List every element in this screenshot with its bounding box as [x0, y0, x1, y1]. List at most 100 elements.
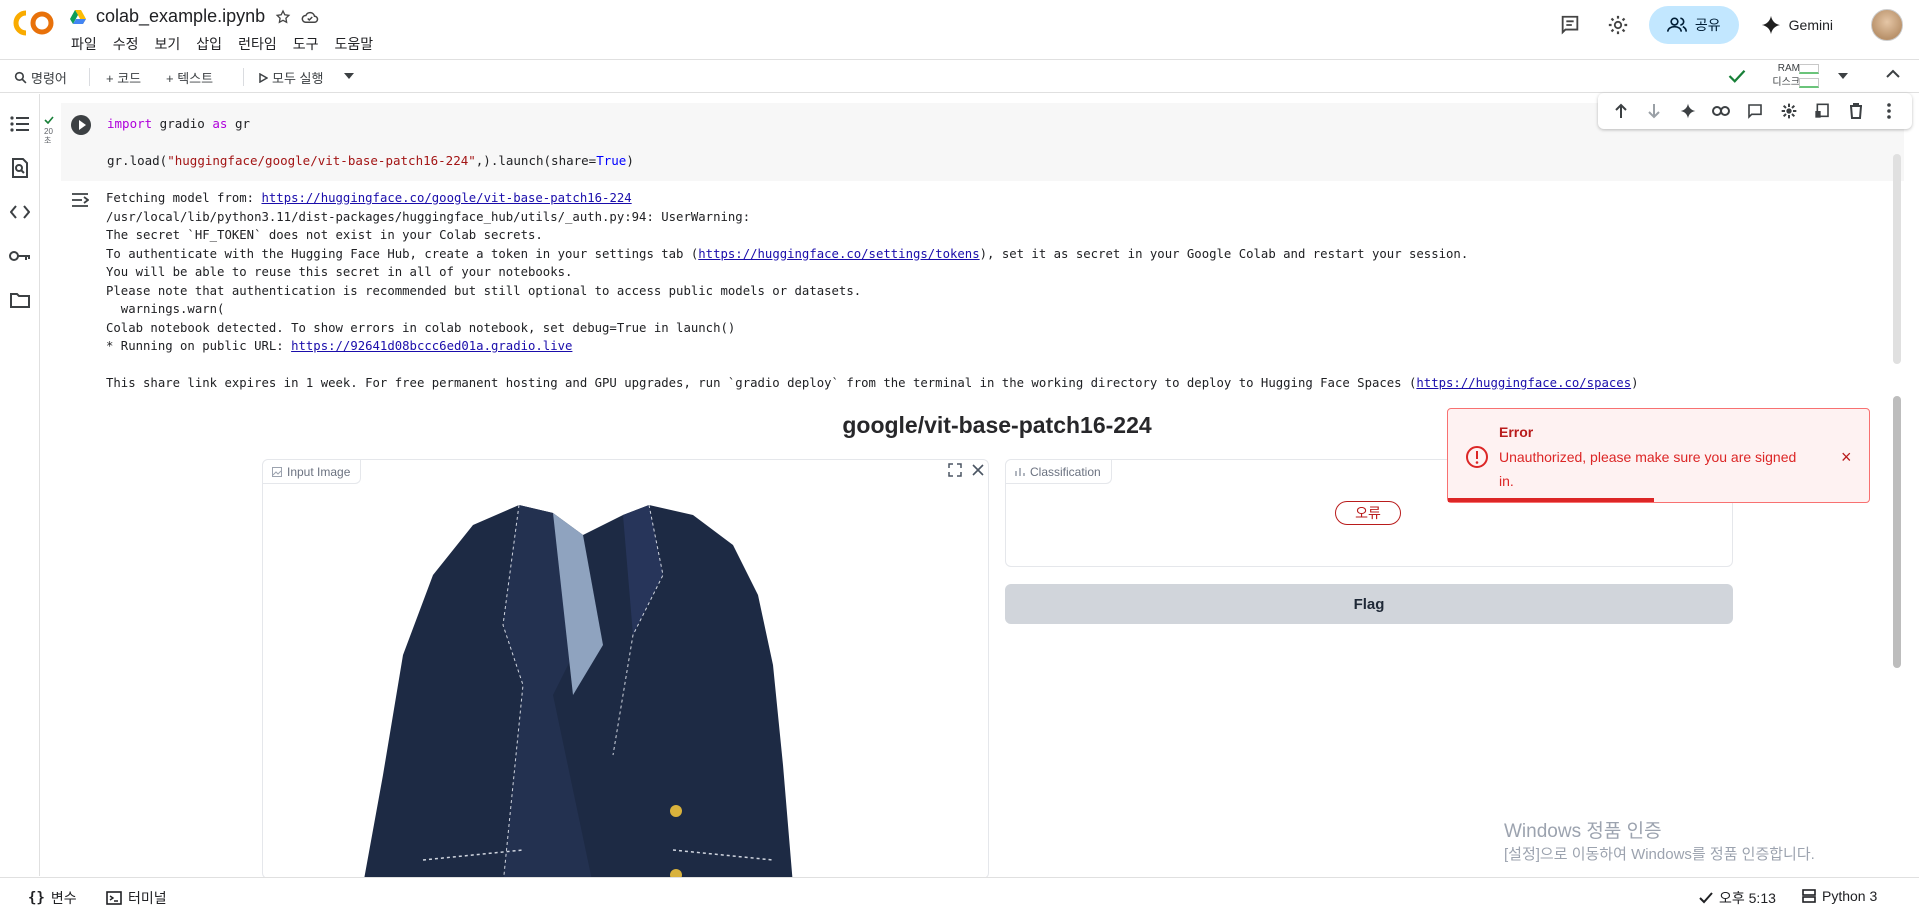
move-up-icon[interactable] — [1612, 102, 1630, 120]
code-token: gr.load( — [107, 153, 168, 168]
link-icon[interactable] — [1712, 102, 1731, 120]
image-icon — [272, 467, 282, 477]
code-token: gradio — [152, 116, 213, 131]
output-text: You will be able to reuse this secret in… — [106, 265, 573, 279]
input-image-panel[interactable]: Input Image — [262, 459, 989, 879]
execution-status[interactable]: 오후 5:13 — [1699, 888, 1776, 908]
menu-bar: 파일 수정 보기 삽입 런타임 도구 도움말 — [71, 34, 373, 54]
header-actions: 공유 Gemini — [1559, 0, 1919, 50]
tokens-settings-link[interactable]: https://huggingface.co/settings/tokens — [698, 247, 979, 261]
notebook-scrollbar-thumb[interactable] — [1893, 154, 1901, 364]
exec-time-unit: 초 — [44, 136, 52, 145]
disk-bar — [1799, 78, 1819, 88]
more-vert-icon[interactable] — [1880, 102, 1898, 120]
code-token: as — [212, 116, 228, 131]
connected-check-icon — [1728, 69, 1746, 83]
output-scrollbar-thumb[interactable] — [1893, 396, 1901, 668]
terminal-label: 터미널 — [128, 890, 167, 906]
cell-settings-gear-icon[interactable] — [1780, 102, 1798, 120]
flag-button[interactable]: Flag — [1005, 584, 1733, 624]
colab-logo-icon[interactable] — [12, 8, 56, 38]
ram-label: RAM — [1777, 63, 1800, 74]
toc-icon[interactable] — [8, 112, 32, 136]
error-badge: 오류 — [1335, 501, 1401, 525]
resources-dropdown-icon[interactable] — [1838, 73, 1848, 79]
comments-icon[interactable] — [1559, 14, 1581, 36]
menu-view[interactable]: 보기 — [155, 34, 181, 54]
output-text: Fetching model from: — [106, 191, 262, 205]
delete-trash-icon[interactable] — [1847, 102, 1865, 120]
resource-meter[interactable]: RAM 디스크 — [1764, 62, 1800, 90]
model-link[interactable]: https://huggingface.co/google/vit-base-p… — [261, 191, 631, 205]
output-text: ) — [1631, 376, 1639, 390]
disk-label: 디스크 — [1772, 77, 1800, 88]
run-all-label: 모두 실행 — [272, 71, 324, 86]
share-button[interactable]: 공유 — [1648, 6, 1739, 44]
find-icon[interactable] — [8, 156, 32, 180]
add-text-button[interactable]: + 텍스트 — [166, 68, 213, 87]
settings-gear-icon[interactable] — [1607, 14, 1629, 36]
terminal-icon — [106, 891, 122, 905]
server-icon — [1802, 889, 1816, 903]
run-options-dropdown[interactable] — [344, 73, 354, 79]
exec-time-value: 20 — [44, 127, 53, 136]
menu-file[interactable]: 파일 — [71, 34, 97, 54]
code-snippets-icon[interactable] — [8, 200, 32, 224]
chart-bars-icon — [1015, 468, 1025, 476]
move-down-icon[interactable] — [1645, 102, 1663, 120]
add-code-label: + 코드 — [106, 71, 142, 86]
run-cell-button[interactable] — [71, 115, 91, 135]
public-url-link[interactable]: https://92641d08bccc6ed01a.gradio.live — [291, 339, 572, 353]
cell-toolbar — [1598, 93, 1912, 129]
menu-runtime[interactable]: 런타임 — [238, 34, 277, 54]
gemini-sparkle-icon — [1761, 15, 1780, 35]
search-icon — [14, 71, 27, 84]
menu-edit[interactable]: 수정 — [113, 34, 139, 54]
run-all-button[interactable]: 모두 실행 — [258, 68, 323, 87]
output-text: warnings.warn( — [106, 302, 225, 316]
star-icon[interactable] — [275, 8, 291, 25]
menu-help[interactable]: 도움말 — [334, 34, 373, 54]
toast-close-icon[interactable]: × — [1841, 447, 1852, 468]
caret-down-icon — [344, 73, 354, 79]
status-bar: {} 변수 터미널 오후 5:13 Python 3 — [0, 877, 1919, 915]
code-token: "huggingface/google/vit-base-patch16-224… — [167, 153, 476, 168]
gemini-cell-icon[interactable] — [1679, 102, 1697, 120]
gemini-button[interactable]: Gemini — [1747, 6, 1847, 44]
toolbar-divider — [243, 68, 244, 86]
menu-tools[interactable]: 도구 — [293, 34, 319, 54]
input-image-label: Input Image — [287, 464, 351, 479]
secrets-key-icon[interactable] — [8, 244, 32, 268]
output-text: * Running on public URL: — [106, 339, 292, 353]
clear-image-close-icon[interactable] — [971, 463, 985, 477]
collapse-header-icon[interactable] — [1886, 69, 1900, 79]
runtime-type[interactable]: Python 3 — [1802, 888, 1877, 904]
ram-bar — [1799, 64, 1819, 74]
variables-button[interactable]: {} 변수 — [28, 888, 77, 908]
code-token: ,).launch(share= — [475, 153, 597, 168]
spaces-link[interactable]: https://huggingface.co/spaces — [1416, 376, 1631, 390]
menu-insert[interactable]: 삽입 — [196, 34, 222, 54]
files-folder-icon[interactable] — [8, 288, 32, 312]
classification-label: Classification — [1030, 464, 1101, 479]
output-text: To authenticate with the Hugging Face Hu… — [106, 246, 699, 261]
code-line-1[interactable]: import gradio as gr — [107, 116, 250, 131]
output-text: /usr/local/lib/python3.11/dist-packages/… — [106, 209, 751, 224]
classification-label-tab: Classification — [1006, 460, 1112, 484]
output-text: Colab notebook detected. To show errors … — [106, 320, 736, 335]
user-avatar[interactable] — [1871, 9, 1903, 41]
mirror-cell-icon[interactable] — [1813, 102, 1831, 120]
fullscreen-icon[interactable] — [948, 463, 962, 477]
terminal-button[interactable]: 터미널 — [106, 888, 167, 908]
drive-icon[interactable] — [70, 9, 86, 24]
share-label: 공유 — [1694, 17, 1721, 33]
add-code-button[interactable]: + 코드 — [106, 68, 141, 87]
variables-braces-icon: {} — [28, 890, 45, 906]
output-actions-icon[interactable] — [71, 192, 89, 208]
output-text: This share link expires in 1 week. For f… — [106, 376, 1417, 390]
cloud-saved-icon[interactable] — [301, 9, 319, 25]
code-line-2[interactable]: gr.load("huggingface/google/vit-base-pat… — [107, 153, 634, 168]
comment-icon[interactable] — [1746, 102, 1764, 120]
commands-button[interactable]: 명령어 — [14, 68, 67, 87]
notebook-title[interactable]: colab_example.ipynb — [96, 6, 265, 27]
